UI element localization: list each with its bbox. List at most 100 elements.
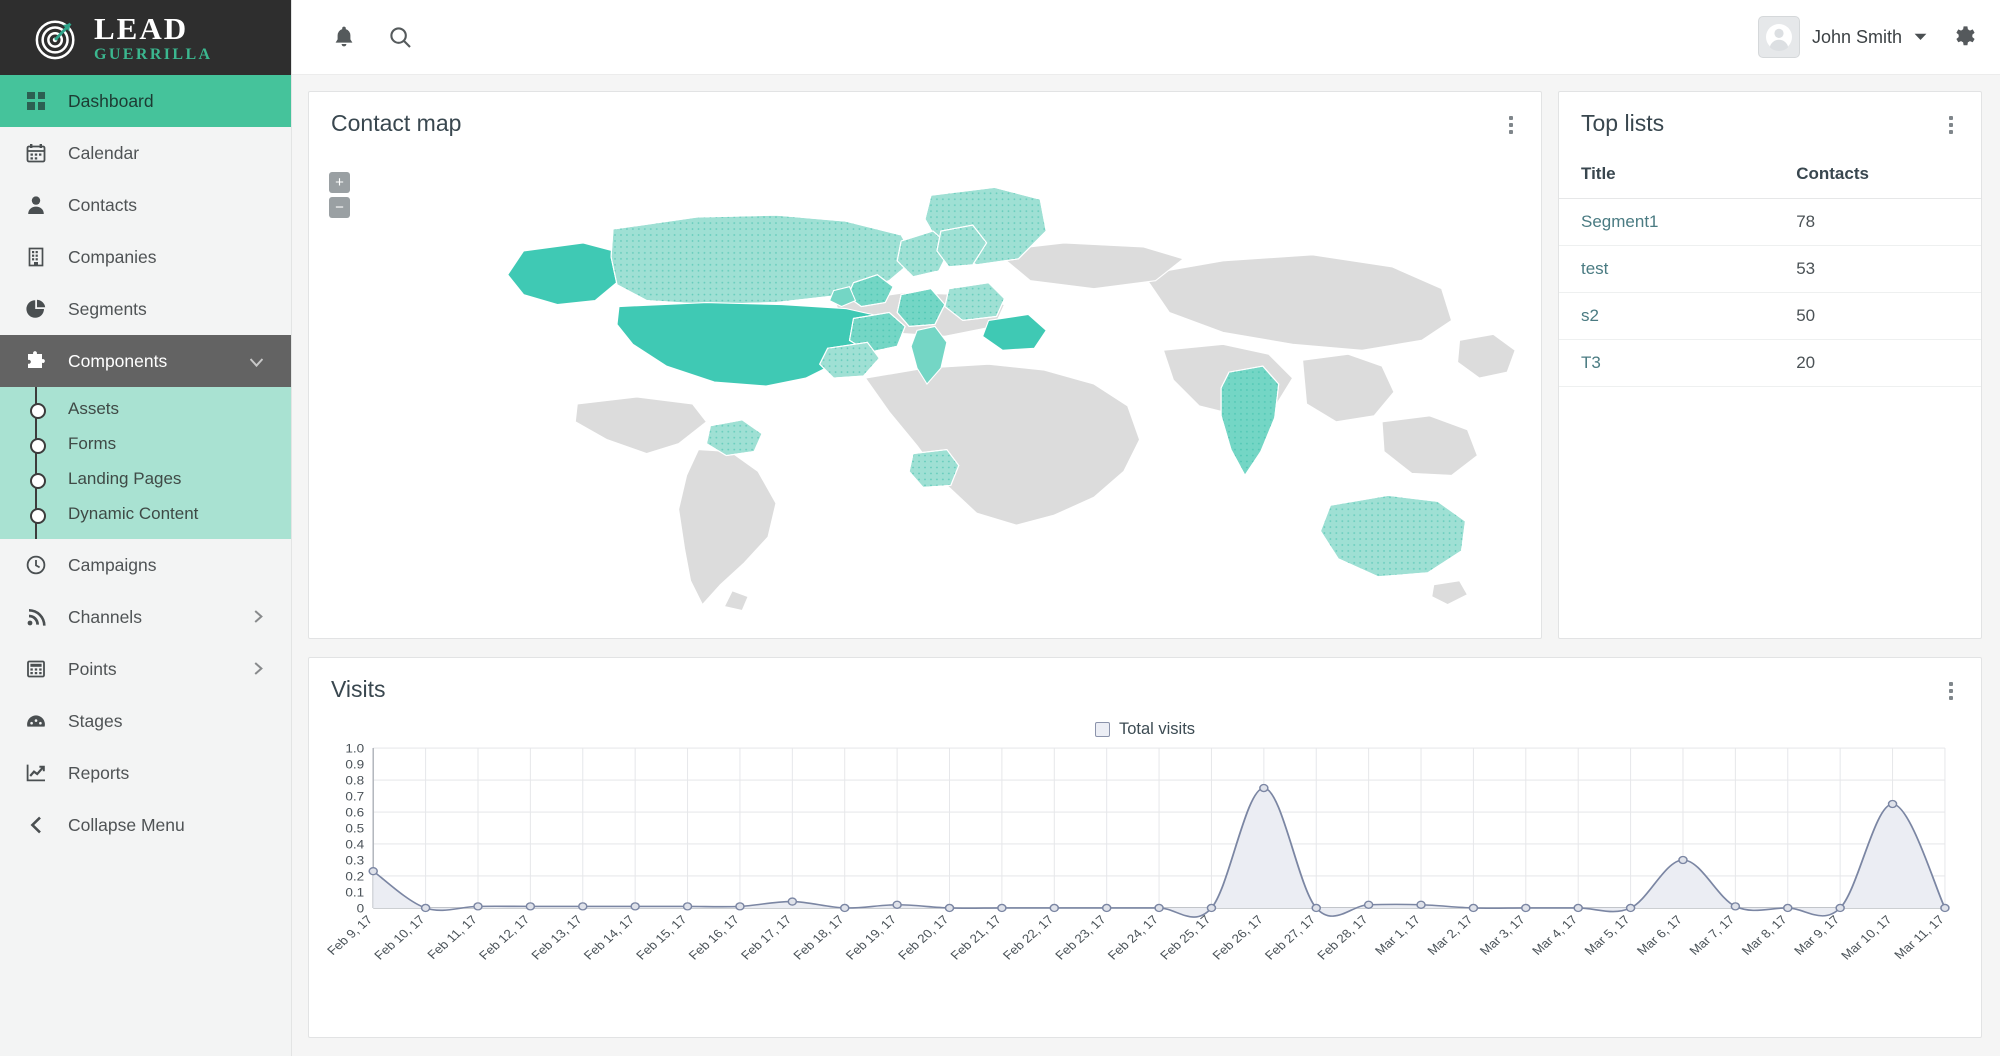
svg-text:Feb 19, 17: Feb 19, 17: [842, 912, 899, 962]
svg-text:Feb 10, 17: Feb 10, 17: [371, 912, 428, 962]
world-map[interactable]: + −: [309, 140, 1541, 638]
user-menu[interactable]: John Smith: [1757, 16, 1927, 58]
svg-text:Mar 3, 17: Mar 3, 17: [1476, 912, 1528, 957]
list-contacts-value: 50: [1774, 292, 1981, 340]
line-chart-icon: [24, 761, 48, 785]
building-icon: [24, 245, 48, 269]
list-contacts-value: 20: [1774, 339, 1981, 387]
svg-text:Feb 14, 17: Feb 14, 17: [580, 912, 637, 962]
table-row[interactable]: T3 20: [1559, 339, 1981, 387]
visits-header: Visits: [309, 658, 1981, 706]
sidebar-item-collapse-menu[interactable]: Collapse Menu: [0, 799, 291, 851]
user-avatar-icon: [1765, 24, 1792, 52]
top-lists-header: Top lists: [1559, 92, 1981, 140]
gear-icon[interactable]: [1953, 25, 1978, 50]
clock-icon: [24, 553, 48, 577]
user-name: John Smith: [1811, 26, 1902, 47]
svg-text:0.5: 0.5: [345, 821, 364, 835]
sidebar-subitem-forms[interactable]: Forms: [0, 422, 291, 465]
brand-line2: GUERRILLA: [94, 45, 213, 63]
sidebar-item-segments[interactable]: Segments: [0, 283, 291, 335]
list-title-link[interactable]: T3: [1559, 339, 1775, 387]
table-row[interactable]: s2 50: [1559, 292, 1981, 340]
sidebar-item-label: Collapse Menu: [68, 814, 185, 835]
sidebar-item-label: Points: [68, 658, 117, 679]
sidebar-subitem-assets[interactable]: Assets: [0, 387, 291, 430]
sidebar-subitem-landing-pages[interactable]: Landing Pages: [0, 457, 291, 500]
column-header-contacts: Contacts: [1774, 156, 1981, 199]
sidebar-item-label: Components: [68, 350, 168, 371]
top-lists-title: Top lists: [1581, 110, 1665, 136]
gauge-icon: [24, 709, 48, 733]
sidebar-item-campaigns[interactable]: Campaigns: [0, 539, 291, 591]
sidebar-item-companies[interactable]: Companies: [0, 231, 291, 283]
pie-chart-icon: [24, 297, 48, 321]
svg-text:Feb 22, 17: Feb 22, 17: [1000, 912, 1057, 962]
legend-swatch-total-visits[interactable]: [1094, 722, 1110, 737]
top-lists-panel: Top lists Title Contacts Segment1 78 tes…: [1558, 91, 1982, 639]
avatar: [1757, 16, 1800, 58]
svg-text:Feb 18, 17: Feb 18, 17: [790, 912, 847, 962]
sidebar: LEAD GUERRILLA Dashboard Calendar Contac…: [0, 0, 292, 1056]
map-zoom-out-button[interactable]: −: [329, 197, 350, 218]
svg-text:0.6: 0.6: [345, 805, 364, 819]
visits-chart[interactable]: 0 0.1 0.2 0.3 0.4 0.5 0.6 0.7 0.8 0.9 1.0 Feb 9, 17…: [309, 741, 1981, 1037]
brand-line1: LEAD: [94, 10, 189, 46]
svg-text:Feb 26, 17: Feb 26, 17: [1209, 912, 1266, 962]
map-zoom-controls: + −: [329, 172, 350, 218]
app-root: LEAD GUERRILLA Dashboard Calendar Contac…: [0, 0, 2000, 1056]
chart-legend: Total visits: [309, 720, 1981, 739]
table-header-row: Title Contacts: [1559, 156, 1981, 199]
map-zoom-in-button[interactable]: +: [329, 172, 350, 193]
sidebar-item-components[interactable]: Components: [0, 335, 291, 387]
page-title: Contact map: [331, 110, 462, 136]
sidebar-item-label: Campaigns: [68, 554, 157, 575]
sidebar-item-stages[interactable]: Stages: [0, 695, 291, 747]
table-row[interactable]: test 53: [1559, 245, 1981, 293]
puzzle-icon: [24, 349, 48, 373]
timeline-dot-icon: [24, 422, 48, 465]
sidebar-item-reports[interactable]: Reports: [0, 747, 291, 799]
sidebar-item-label: Contacts: [68, 194, 138, 215]
svg-text:0.2: 0.2: [345, 869, 364, 883]
brand-logo-block[interactable]: LEAD GUERRILLA: [0, 0, 291, 75]
sidebar-item-label: Dashboard: [68, 90, 154, 111]
svg-text:Feb 17, 17: Feb 17, 17: [738, 912, 795, 962]
list-title-link[interactable]: Segment1: [1559, 198, 1775, 246]
rss-icon: [24, 605, 48, 629]
sidebar-item-contacts[interactable]: Contacts: [0, 179, 291, 231]
dashboard-content: Contact map + − Top lists Title Contacts…: [292, 75, 2000, 1056]
list-title-link[interactable]: s2: [1559, 292, 1775, 340]
bell-icon[interactable]: [322, 15, 366, 59]
timeline-dot-icon: [24, 457, 48, 500]
kebab-menu-icon[interactable]: [1501, 110, 1521, 140]
chevron-left-icon: [24, 813, 48, 837]
sidebar-subitem-label: Assets: [68, 398, 120, 418]
sidebar-item-label: Reports: [68, 762, 130, 783]
sidebar-item-dashboard[interactable]: Dashboard: [0, 75, 291, 127]
top-row: Contact map + − Top lists Title Contacts…: [308, 91, 1982, 639]
top-bar: John Smith: [292, 0, 2000, 75]
legend-label-total-visits: Total visits: [1118, 720, 1196, 738]
kebab-menu-icon[interactable]: [1941, 110, 1961, 140]
visits-title: Visits: [331, 676, 386, 702]
svg-text:Feb 27, 17: Feb 27, 17: [1261, 912, 1318, 962]
sidebar-item-points[interactable]: Points: [0, 643, 291, 695]
contact-map-header: Contact map: [309, 92, 1541, 140]
sidebar-item-calendar[interactable]: Calendar: [0, 127, 291, 179]
sidebar-subitem-label: Forms: [68, 433, 117, 453]
table-row[interactable]: Segment1 78: [1559, 198, 1981, 246]
sidebar-subitem-dynamic-content[interactable]: Dynamic Content: [0, 492, 291, 535]
sidebar-subitem-label: Landing Pages: [68, 468, 182, 488]
svg-text:Mar 10, 17: Mar 10, 17: [1838, 912, 1895, 962]
top-lists-table: Title Contacts Segment1 78 test 53 s2 50…: [1559, 156, 1981, 387]
main-area: John Smith Contact map + − Top lists Tit…: [292, 0, 2000, 1056]
search-icon[interactable]: [378, 15, 422, 59]
list-title-link[interactable]: test: [1559, 245, 1775, 293]
kebab-menu-icon[interactable]: [1941, 676, 1961, 706]
world-map-svg: [507, 186, 1516, 612]
sidebar-item-channels[interactable]: Channels: [0, 591, 291, 643]
visits-chart-svg: 00.10.20.30.40.50.60.70.80.91.0Feb 9, 17…: [324, 741, 1950, 962]
svg-text:Feb 9, 17: Feb 9, 17: [324, 912, 376, 957]
svg-text:Feb 11, 17: Feb 11, 17: [424, 912, 480, 961]
